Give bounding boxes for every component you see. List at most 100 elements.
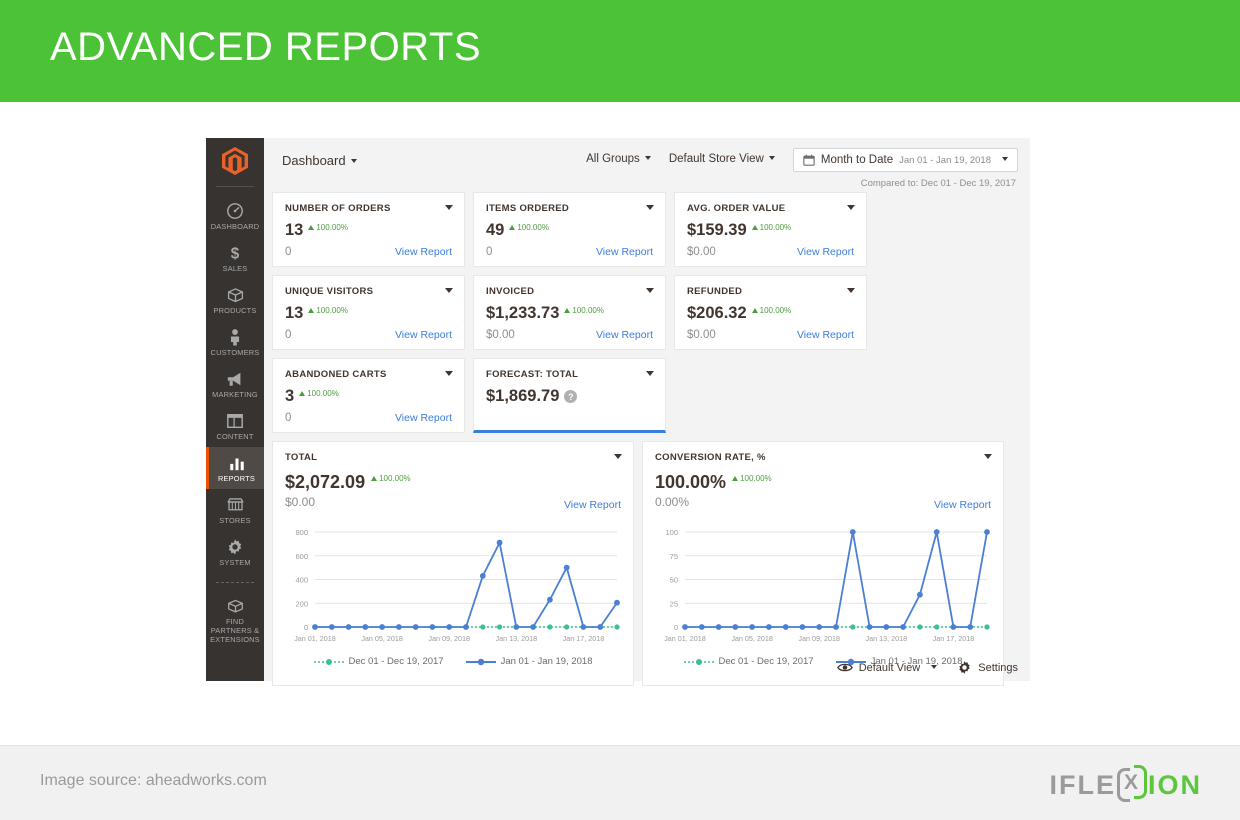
triangle-up-icon: [509, 225, 516, 230]
settings-button[interactable]: Settings: [957, 660, 1018, 675]
kpi-tile-avg-order-value[interactable]: AVG. ORDER VALUE $159.39 100.00% $0.00 V…: [674, 192, 867, 267]
store-view-filter[interactable]: Default Store View: [669, 148, 775, 165]
sidebar-item-dashboard[interactable]: DASHBOARD: [206, 195, 264, 237]
panel-delta-value: 100.00%: [379, 474, 411, 483]
tile-title: ABANDONED CARTS: [285, 369, 387, 380]
kpi-tile-abandoned-carts[interactable]: ABANDONED CARTS 3 100.00% 0 View Report: [272, 358, 465, 433]
sidebar-item-stores[interactable]: STORES: [206, 489, 264, 531]
svg-text:75: 75: [670, 552, 678, 561]
chevron-down-icon[interactable]: [847, 288, 855, 293]
sidebar-item-sales[interactable]: $ SALES: [206, 237, 264, 279]
help-icon[interactable]: ?: [564, 390, 578, 403]
tile-value: $159.39: [687, 221, 747, 239]
legend-item[interactable]: Dec 01 - Dec 19, 2017: [313, 656, 444, 667]
panel-delta: 100.00%: [371, 473, 411, 483]
view-report-link[interactable]: View Report: [564, 499, 621, 511]
view-report-link[interactable]: View Report: [596, 246, 653, 258]
logo-text-right: ION: [1147, 769, 1202, 800]
chevron-down-icon[interactable]: [847, 205, 855, 210]
view-report-link[interactable]: View Report: [395, 412, 452, 424]
daterange-selector[interactable]: Month to Date Jan 01 - Jan 19, 2018: [792, 148, 1018, 172]
panel-delta-value: 100.00%: [740, 474, 772, 483]
magento-admin-window: DASHBOARD $ SALES PRODUCTS CUSTOMERS MAR…: [206, 138, 1030, 686]
kpi-tile-items-ordered[interactable]: ITEMS ORDERED 49 100.00% 0 View Report: [473, 192, 666, 267]
calendar-icon: [803, 154, 815, 166]
triangle-up-icon: [371, 476, 378, 481]
iflexion-logo: IFLE X ION: [1049, 765, 1202, 802]
legend-item[interactable]: Dec 01 - Dec 19, 2017: [683, 656, 814, 667]
svg-text:Jan 17, 2018: Jan 17, 2018: [933, 634, 975, 643]
legend-swatch-dotted: [313, 658, 344, 665]
chevron-down-icon[interactable]: [646, 288, 654, 293]
sidebar-item-label: STORES: [219, 516, 251, 525]
tile-previous-value: 0: [285, 329, 292, 341]
triangle-up-icon: [564, 308, 571, 313]
kpi-tile-forecast-total[interactable]: FORECAST: TOTAL $1,869.79 ?: [473, 358, 666, 433]
tile-delta-value: 100.00%: [517, 223, 549, 232]
view-report-link[interactable]: View Report: [934, 499, 991, 511]
sidebar-item-products[interactable]: PRODUCTS: [206, 279, 264, 321]
chevron-down-icon[interactable]: [445, 205, 453, 210]
dollar-icon: $: [208, 243, 262, 262]
chevron-down-icon: [1002, 157, 1008, 161]
svg-text:50: 50: [670, 576, 678, 585]
view-report-link[interactable]: View Report: [395, 246, 452, 258]
legend-swatch-solid: [465, 658, 496, 665]
chevron-down-icon[interactable]: [445, 371, 453, 376]
sidebar-item-label: SYSTEM: [219, 558, 251, 567]
sidebar-item-customers[interactable]: CUSTOMERS: [206, 321, 264, 363]
sidebar-item-find-partners[interactable]: FIND PARTNERS & EXTENSIONS: [206, 590, 264, 650]
total-line-chart: 0 200 400 600 800 Jan 01, 2018 Jan 05, 2018 Jan…: [283, 524, 625, 649]
view-report-link[interactable]: View Report: [797, 246, 854, 258]
tile-delta: 100.00%: [308, 305, 348, 315]
tile-value: $206.32: [687, 304, 747, 322]
legend-item[interactable]: Jan 01 - Jan 19, 2018: [465, 656, 592, 667]
chevron-down-icon[interactable]: [646, 205, 654, 210]
triangle-up-icon: [732, 476, 739, 481]
view-report-link[interactable]: View Report: [596, 329, 653, 341]
tile-delta-value: 100.00%: [759, 223, 792, 232]
image-source-caption: Image source: aheadworks.com: [40, 772, 267, 789]
topbar-filters: All Groups Default Store View Month to D…: [586, 148, 1018, 189]
view-report-link[interactable]: View Report: [797, 329, 854, 341]
chevron-down-icon[interactable]: [445, 288, 453, 293]
sidebar-item-reports[interactable]: REPORTS: [206, 447, 264, 489]
sidebar-item-system[interactable]: SYSTEM: [206, 531, 264, 573]
kpi-tile-number-of-orders[interactable]: NUMBER OF ORDERS 13 100.00% 0 View Repor…: [272, 192, 465, 267]
chevron-down-icon[interactable]: [614, 454, 622, 459]
breadcrumb[interactable]: Dashboard: [282, 153, 357, 168]
kpi-tile-unique-visitors[interactable]: UNIQUE VISITORS 13 100.00% 0 View Report: [272, 275, 465, 350]
svg-text:600: 600: [295, 552, 308, 561]
sidebar-item-label: SALES: [222, 264, 248, 273]
svg-text:Jan 09, 2018: Jan 09, 2018: [798, 634, 840, 643]
view-report-link[interactable]: View Report: [395, 329, 452, 341]
svg-text:25: 25: [670, 599, 678, 608]
svg-text:0: 0: [674, 623, 678, 632]
group-filter[interactable]: All Groups: [586, 148, 651, 165]
magento-logo[interactable]: [206, 138, 264, 184]
legend-swatch-dotted: [683, 658, 714, 665]
daterange-wrapper: Month to Date Jan 01 - Jan 19, 2018 Comp…: [792, 148, 1018, 189]
eye-icon: [836, 663, 853, 672]
tile-value: 13: [285, 221, 304, 239]
tile-delta-value: 100.00%: [316, 306, 348, 315]
chevron-down-icon: [350, 158, 357, 163]
tile-previous-value: 0: [486, 246, 493, 258]
chevron-down-icon[interactable]: [646, 371, 654, 376]
compared-to-label: Compared to: Dec 01 - Dec 19, 2017: [860, 178, 1016, 189]
sidebar: DASHBOARD $ SALES PRODUCTS CUSTOMERS MAR…: [206, 138, 264, 681]
box-icon: [208, 285, 262, 304]
tile-delta: 100.00%: [751, 222, 792, 232]
sidebar-item-marketing[interactable]: MARKETING: [206, 363, 264, 405]
default-view-button[interactable]: Default View: [836, 662, 938, 674]
tile-title: ITEMS ORDERED: [486, 203, 570, 214]
chevron-down-icon[interactable]: [984, 454, 992, 459]
kpi-tile-invoiced[interactable]: INVOICED $1,233.73 100.00% $0.00 View Re…: [473, 275, 666, 350]
group-filter-label: All Groups: [586, 153, 640, 165]
tile-delta: 100.00%: [308, 222, 348, 232]
tile-delta: 100.00%: [751, 305, 791, 315]
person-icon: [208, 327, 262, 346]
sidebar-item-content[interactable]: CONTENT: [206, 405, 264, 447]
kpi-tile-refunded[interactable]: REFUNDED $206.32 100.00% $0.00 View Repo…: [674, 275, 867, 350]
tile-value: 49: [486, 221, 505, 239]
